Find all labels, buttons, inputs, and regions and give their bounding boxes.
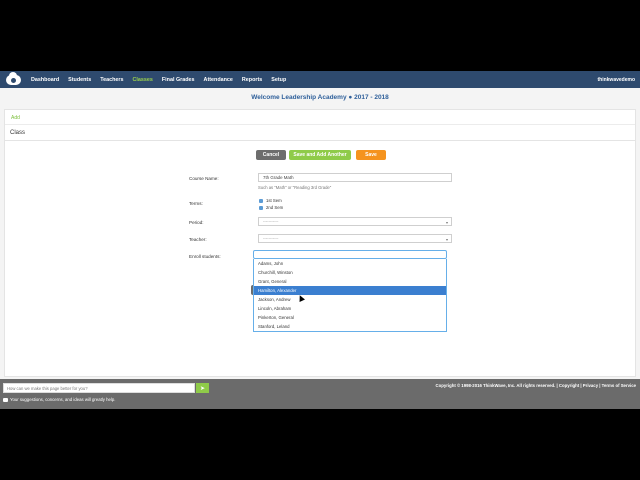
checkbox-checked-icon[interactable] xyxy=(259,198,263,203)
teacher-label: Teacher: xyxy=(189,237,207,242)
nav-final-grades[interactable]: Final Grades xyxy=(162,77,195,83)
list-item[interactable]: Pinkerton, General xyxy=(254,313,446,322)
comment-icon xyxy=(3,397,8,402)
page-title: Class xyxy=(10,130,26,136)
student-dropdown-list[interactable]: Adams, John Churchill, Winston Grant, Ge… xyxy=(253,259,447,332)
save-and-add-button[interactable]: Save and Add Another xyxy=(289,150,351,160)
school-year-title: Welcome Leadership Academy ● 2017 - 2018 xyxy=(251,94,389,101)
chevron-down-icon: ▾ xyxy=(445,220,448,225)
term-checkbox-2[interactable]: 2nd Sem xyxy=(259,205,283,210)
period-label: Period: xyxy=(189,220,204,225)
thinkwave-logo-icon[interactable] xyxy=(6,71,22,87)
nav-attendance[interactable]: Attendance xyxy=(204,77,233,83)
nav-teachers[interactable]: Teachers xyxy=(100,77,123,83)
top-navbar: Dashboard Students Teachers Classes Fina… xyxy=(0,71,640,88)
list-item[interactable]: Jackson, Andrew xyxy=(254,295,446,304)
send-icon[interactable]: ➤ xyxy=(196,383,209,393)
form-card: Add Class Cancel Save and Add Another Sa… xyxy=(4,109,636,377)
nav-classes[interactable]: Classes xyxy=(133,77,153,83)
breadcrumb[interactable]: Add xyxy=(11,115,20,121)
copyright-links[interactable]: Copyright © 1998-2016 ThinkWave, Inc. Al… xyxy=(435,383,636,388)
nav-dashboard[interactable]: Dashboard xyxy=(31,77,59,83)
period-select[interactable]: ----------- ▾ xyxy=(258,217,452,226)
course-name-input[interactable]: 7th Grade Math xyxy=(258,173,452,182)
feedback-note: Your suggestions, concerns, and ideas wi… xyxy=(3,397,115,402)
divider xyxy=(5,124,635,125)
list-item[interactable]: Stanford, Leland xyxy=(254,322,446,331)
nav-students[interactable]: Students xyxy=(68,77,91,83)
list-item[interactable]: Grant, General xyxy=(254,277,446,286)
list-item[interactable]: Lincoln, Abraham xyxy=(254,304,446,313)
course-name-hint: Such as "Math" or "Reading 3rd Grade" xyxy=(258,185,332,190)
save-button[interactable]: Save xyxy=(356,150,386,160)
chevron-down-icon: ▾ xyxy=(445,237,448,242)
nav-reports[interactable]: Reports xyxy=(242,77,262,83)
teacher-select[interactable]: ----------- ▾ xyxy=(258,234,452,243)
app-screen: Dashboard Students Teachers Classes Fina… xyxy=(0,71,640,409)
list-item[interactable]: Churchill, Winston xyxy=(254,268,446,277)
term-checkbox-1[interactable]: 1st Sem xyxy=(259,198,282,203)
cancel-button[interactable]: Cancel xyxy=(256,150,286,160)
user-menu[interactable]: thinkwavedemo xyxy=(597,77,635,83)
feedback-input[interactable]: How can we make this page better for you… xyxy=(3,383,195,393)
list-item-highlighted[interactable]: Hamilton, Alexander xyxy=(254,286,446,295)
nav-setup[interactable]: Setup xyxy=(271,77,286,83)
divider xyxy=(5,140,635,141)
course-name-label: Course Name: xyxy=(189,176,219,181)
checkbox-checked-icon[interactable] xyxy=(259,205,263,210)
enroll-students-label: Enroll students: xyxy=(189,254,221,259)
terms-label: Terms: xyxy=(189,201,203,206)
page-footer: How can we make this page better for you… xyxy=(0,379,640,409)
list-item[interactable]: Adams, John xyxy=(254,259,446,268)
enroll-students-input[interactable] xyxy=(253,250,447,259)
